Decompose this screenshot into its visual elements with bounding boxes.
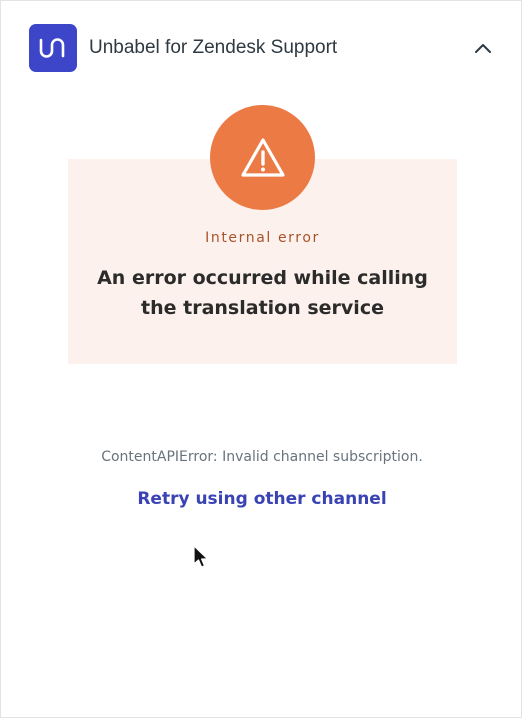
app-title: Unbabel for Zendesk Support [89, 37, 338, 58]
unbabel-logo-icon [29, 24, 77, 72]
mouse-cursor-icon [193, 545, 209, 568]
app-header: Unbabel for Zendesk Support [1, 1, 521, 95]
warning-icon [210, 105, 315, 210]
error-detail-text: ContentAPIError: Invalid channel subscri… [101, 449, 423, 465]
chevron-up-icon [475, 44, 491, 53]
error-type-label: Internal error [205, 230, 320, 246]
error-message: An error occurred while calling the tran… [68, 263, 457, 323]
error-message-line: the translation service [141, 297, 384, 319]
app-panel: Unbabel for Zendesk Support Internal err… [0, 0, 522, 718]
collapse-button[interactable] [469, 35, 497, 61]
retry-link[interactable]: Retry using other channel [1, 487, 522, 511]
error-message-line: An error occurred while calling [97, 267, 428, 289]
